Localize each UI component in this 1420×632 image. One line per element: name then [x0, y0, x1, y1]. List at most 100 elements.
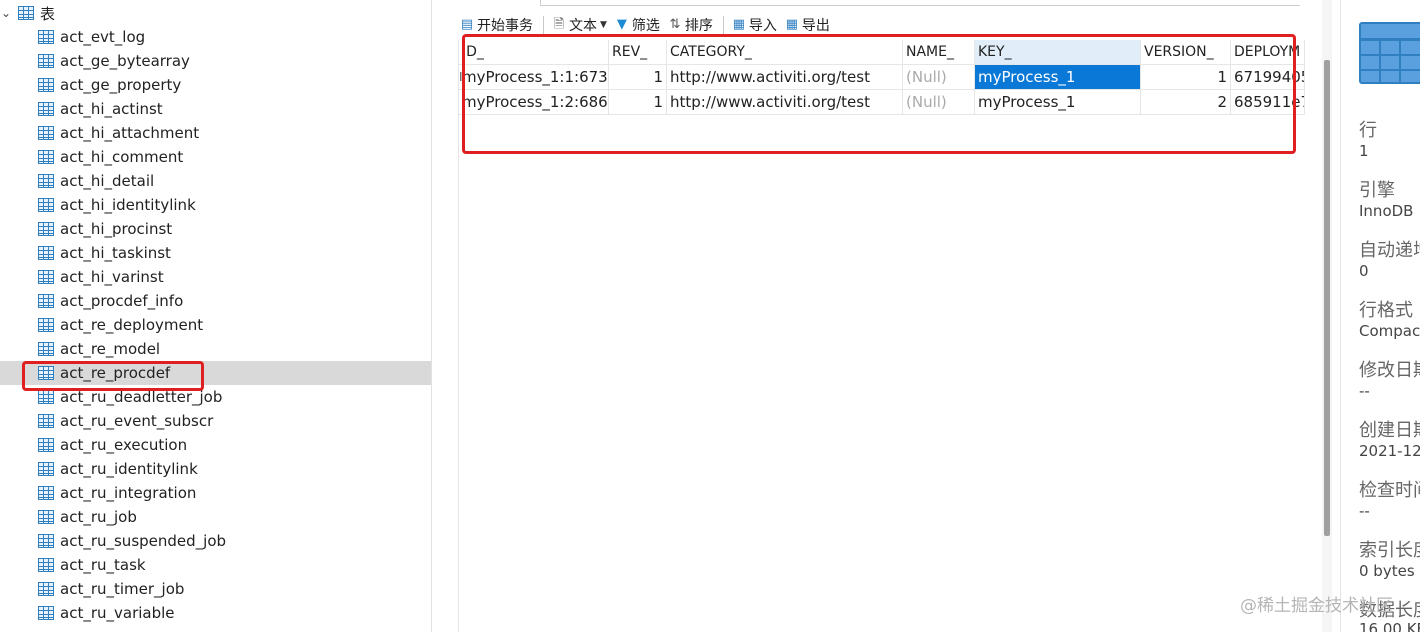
- tree-item-table[interactable]: act_evt_log: [0, 25, 431, 49]
- import-button[interactable]: ▦ 导入: [732, 15, 777, 35]
- info-modified-value: --: [1359, 382, 1370, 400]
- tree-item-label: act_hi_actinst: [60, 100, 163, 118]
- tree-item-table[interactable]: act_ru_job: [0, 505, 431, 529]
- info-index-value: 0 bytes (: [1359, 562, 1420, 580]
- tree-item-table[interactable]: act_ru_identitylink: [0, 457, 431, 481]
- info-rowformat-label: 行格式: [1359, 300, 1413, 321]
- tree-group-label: 表: [40, 4, 56, 23]
- export-label: 导出: [801, 18, 830, 34]
- table-icon: [38, 486, 54, 500]
- table-icon: [38, 342, 54, 356]
- export-icon: ▦: [785, 17, 799, 32]
- tree-item-label: act_ge_property: [60, 76, 182, 94]
- table-icon: [38, 150, 54, 164]
- tree-item-label: act_evt_log: [60, 28, 146, 46]
- tree-item-label: act_ru_event_subscr: [60, 412, 214, 430]
- tree-item-table[interactable]: act_ru_timer_job: [0, 577, 431, 601]
- info-created-value: 2021-12: [1359, 442, 1420, 460]
- table-large-icon: [1359, 22, 1420, 84]
- sort-button[interactable]: ⇅ 排序: [668, 15, 713, 35]
- selected-table-highlight-box: [22, 361, 204, 391]
- tree-item-label: act_re_deployment: [60, 316, 204, 334]
- tree-item-table[interactable]: act_re_model: [0, 337, 431, 361]
- begin-transaction-button[interactable]: ▤ 开始事务: [460, 15, 533, 35]
- tree-item-label: act_hi_attachment: [60, 124, 200, 142]
- table-icon: [38, 582, 54, 596]
- tree-item-label: act_ge_bytearray: [60, 52, 190, 70]
- info-engine-value: InnoDB: [1359, 202, 1414, 220]
- tree-item-label: act_ru_suspended_job: [60, 532, 227, 550]
- table-group-icon: [18, 6, 34, 20]
- table-icon: [38, 414, 54, 428]
- tree-item-table[interactable]: act_ru_suspended_job: [0, 529, 431, 553]
- funnel-icon: ▼: [616, 17, 627, 32]
- info-data-value: 16.00 KB: [1359, 620, 1420, 632]
- tree-item-table[interactable]: act_ru_event_subscr: [0, 409, 431, 433]
- table-icon: [38, 510, 54, 524]
- tree-item-label: act_procdef_info: [60, 292, 184, 310]
- export-button[interactable]: ▦ 导出: [785, 15, 830, 35]
- info-modified-label: 修改日期: [1359, 360, 1420, 381]
- toolbar-divider: [722, 16, 724, 34]
- table-icon: [38, 102, 54, 116]
- tree-item-label: act_hi_detail: [60, 172, 155, 190]
- info-index-label: 索引长度: [1359, 540, 1420, 561]
- tree-item-table[interactable]: act_hi_attachment: [0, 121, 431, 145]
- tree-item-label: act_ru_task: [60, 556, 146, 574]
- tree-item-table[interactable]: act_hi_actinst: [0, 97, 431, 121]
- table-icon: [38, 558, 54, 572]
- table-icon: [38, 126, 54, 140]
- caret-down-icon[interactable]: ▼: [600, 20, 607, 30]
- table-icon: [38, 534, 54, 548]
- tree-item-label: act_ru_variable: [60, 604, 175, 622]
- sort-icon: ⇅: [669, 17, 681, 32]
- navicat-window: ⌄ 表 act_evt_log act_ge_bytearray act_ge_pr…: [0, 0, 1420, 632]
- tree-item-table[interactable]: act_ru_integration: [0, 481, 431, 505]
- tree-item-table[interactable]: act_ru_task: [0, 553, 431, 577]
- table-icon: [38, 294, 54, 308]
- table-icon: [38, 222, 54, 236]
- tree-item-label: act_hi_procinst: [60, 220, 173, 238]
- tree-item-table[interactable]: act_ru_variable: [0, 601, 431, 625]
- transaction-icon: ▤: [460, 17, 474, 32]
- table-icon: [38, 78, 54, 92]
- table-icon: [38, 198, 54, 212]
- tree-item-label: act_re_model: [60, 340, 161, 358]
- chevron-down-icon[interactable]: ⌄: [0, 6, 12, 20]
- tree-item-table[interactable]: act_hi_identitylink: [0, 193, 431, 217]
- tree-item-table[interactable]: act_ru_execution: [0, 433, 431, 457]
- info-engine-label: 引擎: [1359, 180, 1395, 201]
- table-icon: [38, 438, 54, 452]
- tree-item-table[interactable]: act_procdef_info: [0, 289, 431, 313]
- info-autoinc-label: 自动递增: [1359, 240, 1420, 261]
- tree-item-table[interactable]: act_re_deployment: [0, 313, 431, 337]
- info-checked-label: 检查时间: [1359, 480, 1420, 501]
- data-toolbar: ▤ 开始事务 🗎 文本 ▼ ▼ 筛选 ⇅ 排序 ▦ 导入 ▦ 导出: [460, 14, 838, 36]
- tree-item-table[interactable]: act_hi_taskinst: [0, 241, 431, 265]
- tree-item-table[interactable]: act_hi_procinst: [0, 217, 431, 241]
- object-tree: ⌄ 表 act_evt_log act_ge_bytearray act_ge_pr…: [0, 0, 432, 632]
- grid-scrollbar-thumb[interactable]: [1324, 60, 1330, 536]
- tree-item-table[interactable]: act_hi_comment: [0, 145, 431, 169]
- info-rows-value: 1: [1359, 142, 1369, 160]
- tree-item-table[interactable]: act_ge_property: [0, 73, 431, 97]
- tree-item-label: act_ru_job: [60, 508, 137, 526]
- tree-item-table[interactable]: act_hi_varinst: [0, 265, 431, 289]
- tree-item-table[interactable]: act_hi_detail: [0, 169, 431, 193]
- tree-item-table[interactable]: act_ge_bytearray: [0, 49, 431, 73]
- text-view-button[interactable]: 🗎 文本 ▼: [552, 15, 607, 35]
- filter-button[interactable]: ▼ 筛选: [615, 15, 660, 35]
- table-icon: [38, 462, 54, 476]
- grid-highlight-box: [462, 34, 1296, 154]
- tree-item-label: act_hi_identitylink: [60, 196, 196, 214]
- sort-label: 排序: [684, 18, 713, 34]
- tree-group-tables[interactable]: ⌄ 表: [0, 1, 431, 25]
- tree-item-label: act_ru_timer_job: [60, 580, 185, 598]
- tree-item-label: act_hi_taskinst: [60, 244, 171, 262]
- tree-item-label: act_ru_identitylink: [60, 460, 198, 478]
- filter-label: 筛选: [631, 18, 660, 34]
- document-icon: 🗎: [553, 17, 565, 32]
- import-label: 导入: [748, 18, 777, 34]
- table-icon: [38, 246, 54, 260]
- site-watermark: @稀土掘金技术社区: [1240, 596, 1393, 616]
